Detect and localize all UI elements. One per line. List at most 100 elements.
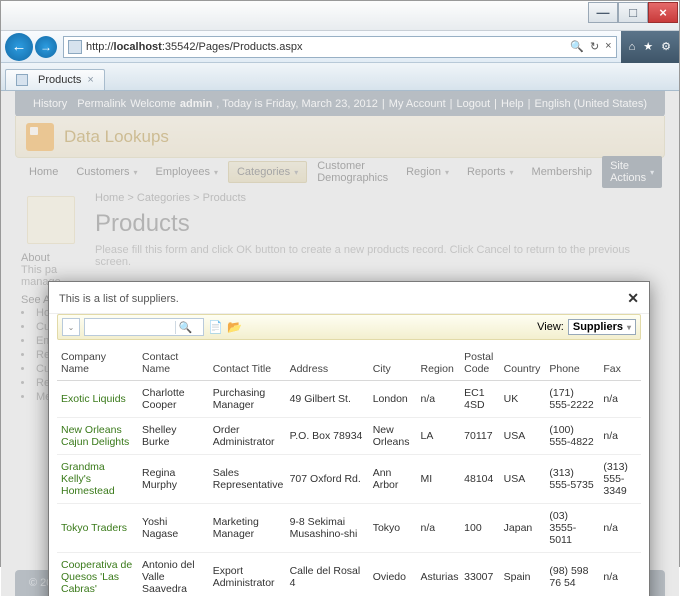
refresh-icon[interactable]: ↻ bbox=[590, 40, 599, 53]
back-button[interactable]: ← bbox=[5, 33, 33, 61]
col-country[interactable]: Country bbox=[500, 346, 546, 381]
grid-cell-country: Japan bbox=[500, 504, 546, 553]
search-box[interactable]: 🔍 bbox=[84, 318, 204, 336]
grid-cell-company: Tokyo Traders bbox=[57, 504, 138, 553]
grid-cell-postal: 33007 bbox=[460, 553, 499, 596]
modal-close-button[interactable]: ✕ bbox=[627, 290, 639, 307]
grid-row[interactable]: New Orleans Cajun DelightsShelley BurkeO… bbox=[57, 418, 641, 455]
grid-cell-phone: (98) 598 76 54 bbox=[545, 553, 599, 596]
grid-cell-region: n/a bbox=[417, 381, 461, 418]
grid-cell-phone: (313) 555-5735 bbox=[545, 455, 599, 504]
window-maximize-button[interactable]: □ bbox=[618, 2, 648, 23]
search-input[interactable] bbox=[85, 321, 175, 333]
grid-cell-country: USA bbox=[500, 418, 546, 455]
tools-icon[interactable]: ⚙ bbox=[661, 40, 671, 53]
grid-cell-region: LA bbox=[417, 418, 461, 455]
col-region[interactable]: Region bbox=[417, 346, 461, 381]
grid-cell-fax: n/a bbox=[599, 381, 641, 418]
filter-dropdown[interactable]: ⌄ bbox=[62, 318, 80, 336]
open-folder-icon[interactable]: 📂 bbox=[227, 320, 242, 334]
grid-cell-address: P.O. Box 78934 bbox=[286, 418, 369, 455]
grid-cell-contact: Charlotte Cooper bbox=[138, 381, 209, 418]
col-city[interactable]: City bbox=[369, 346, 417, 381]
search-button[interactable]: 🔍 bbox=[175, 321, 195, 334]
col-phone[interactable]: Phone bbox=[545, 346, 599, 381]
browser-navbar: ← → http://localhost:35542/Pages/Product… bbox=[1, 31, 679, 63]
browser-tabstrip: Products × bbox=[1, 63, 679, 91]
grid-cell-country: UK bbox=[500, 381, 546, 418]
suppliers-lookup-modal: This is a list of suppliers. ✕ ⌄ 🔍 📄 📂 V… bbox=[48, 281, 650, 596]
col-fax[interactable]: Fax bbox=[599, 346, 641, 381]
tab-close-icon[interactable]: × bbox=[87, 74, 93, 86]
grid-cell-postal: 48104 bbox=[460, 455, 499, 504]
grid-cell-title: Sales Representative bbox=[209, 455, 286, 504]
grid-cell-region: Asturias bbox=[417, 553, 461, 596]
forward-button[interactable]: → bbox=[35, 36, 57, 58]
grid-cell-region: MI bbox=[417, 455, 461, 504]
grid-cell-address: 9-8 Sekimai Musashino-shi bbox=[286, 504, 369, 553]
grid-cell-city: London bbox=[369, 381, 417, 418]
grid-cell-company: Cooperativa de Quesos 'Las Cabras' bbox=[57, 553, 138, 596]
grid-cell-address: 707 Oxford Rd. bbox=[286, 455, 369, 504]
grid-cell-fax: n/a bbox=[599, 553, 641, 596]
grid-cell-region: n/a bbox=[417, 504, 461, 553]
page-viewport: History Permalink Welcome admin , Today … bbox=[1, 91, 679, 596]
tab-favicon bbox=[16, 74, 28, 86]
grid-cell-contact: Antonio del Valle Saavedra bbox=[138, 553, 209, 596]
grid-cell-country: Spain bbox=[500, 553, 546, 596]
grid-row[interactable]: Grandma Kelly's HomesteadRegina MurphySa… bbox=[57, 455, 641, 504]
grid-cell-country: USA bbox=[500, 455, 546, 504]
col-company[interactable]: Company Name bbox=[57, 346, 138, 381]
grid-cell-title: Export Administrator bbox=[209, 553, 286, 596]
grid-cell-fax: n/a bbox=[599, 418, 641, 455]
modal-title: This is a list of suppliers. bbox=[59, 293, 179, 305]
new-record-icon[interactable]: 📄 bbox=[208, 320, 223, 334]
col-address[interactable]: Address bbox=[286, 346, 369, 381]
grid-cell-postal: EC1 4SD bbox=[460, 381, 499, 418]
window-close-button[interactable]: × bbox=[648, 2, 678, 23]
grid-row[interactable]: Cooperativa de Quesos 'Las Cabras'Antoni… bbox=[57, 553, 641, 596]
view-label: View: bbox=[537, 321, 564, 333]
url-text: http://localhost:35542/Pages/Products.as… bbox=[86, 41, 570, 53]
grid-cell-title: Marketing Manager bbox=[209, 504, 286, 553]
grid-cell-contact: Shelley Burke bbox=[138, 418, 209, 455]
favorites-icon[interactable]: ★ bbox=[643, 40, 653, 53]
grid-cell-company: Exotic Liquids bbox=[57, 381, 138, 418]
grid-cell-company: Grandma Kelly's Homestead bbox=[57, 455, 138, 504]
grid-cell-city: Oviedo bbox=[369, 553, 417, 596]
grid-row[interactable]: Tokyo TradersYoshi NagaseMarketing Manag… bbox=[57, 504, 641, 553]
grid-cell-city: Ann Arbor bbox=[369, 455, 417, 504]
window-titlebar: — □ × bbox=[1, 1, 679, 31]
grid-cell-title: Order Administrator bbox=[209, 418, 286, 455]
grid-cell-phone: (171) 555-2222 bbox=[545, 381, 599, 418]
tab-title: Products bbox=[38, 74, 81, 86]
grid-cell-city: New Orleans bbox=[369, 418, 417, 455]
view-selector[interactable]: Suppliers▾ bbox=[568, 319, 636, 335]
col-title[interactable]: Contact Title bbox=[209, 346, 286, 381]
window-minimize-button[interactable]: — bbox=[588, 2, 618, 23]
page-icon bbox=[68, 40, 82, 54]
grid-cell-contact: Regina Murphy bbox=[138, 455, 209, 504]
grid-header-row: Company Name Contact Name Contact Title … bbox=[57, 346, 641, 381]
grid-cell-title: Purchasing Manager bbox=[209, 381, 286, 418]
grid-cell-address: 49 Gilbert St. bbox=[286, 381, 369, 418]
col-postal[interactable]: Postal Code bbox=[460, 346, 499, 381]
grid-cell-contact: Yoshi Nagase bbox=[138, 504, 209, 553]
grid-cell-fax: n/a bbox=[599, 504, 641, 553]
grid-cell-city: Tokyo bbox=[369, 504, 417, 553]
grid-cell-company: New Orleans Cajun Delights bbox=[57, 418, 138, 455]
col-contact[interactable]: Contact Name bbox=[138, 346, 209, 381]
grid-cell-fax: (313) 555-3349 bbox=[599, 455, 641, 504]
grid-cell-phone: (03) 3555-5011 bbox=[545, 504, 599, 553]
stop-icon[interactable]: × bbox=[605, 40, 611, 53]
address-bar[interactable]: http://localhost:35542/Pages/Products.as… bbox=[63, 36, 617, 58]
search-icon[interactable]: 🔍 bbox=[570, 40, 584, 53]
modal-toolbar: ⌄ 🔍 📄 📂 View: Suppliers▾ bbox=[57, 314, 641, 340]
grid-cell-phone: (100) 555-4822 bbox=[545, 418, 599, 455]
home-icon[interactable]: ⌂ bbox=[629, 41, 636, 53]
suppliers-grid: Company Name Contact Name Contact Title … bbox=[57, 346, 641, 596]
grid-row[interactable]: Exotic LiquidsCharlotte CooperPurchasing… bbox=[57, 381, 641, 418]
browser-tab-products[interactable]: Products × bbox=[5, 69, 105, 90]
grid-cell-postal: 70117 bbox=[460, 418, 499, 455]
grid-cell-address: Calle del Rosal 4 bbox=[286, 553, 369, 596]
